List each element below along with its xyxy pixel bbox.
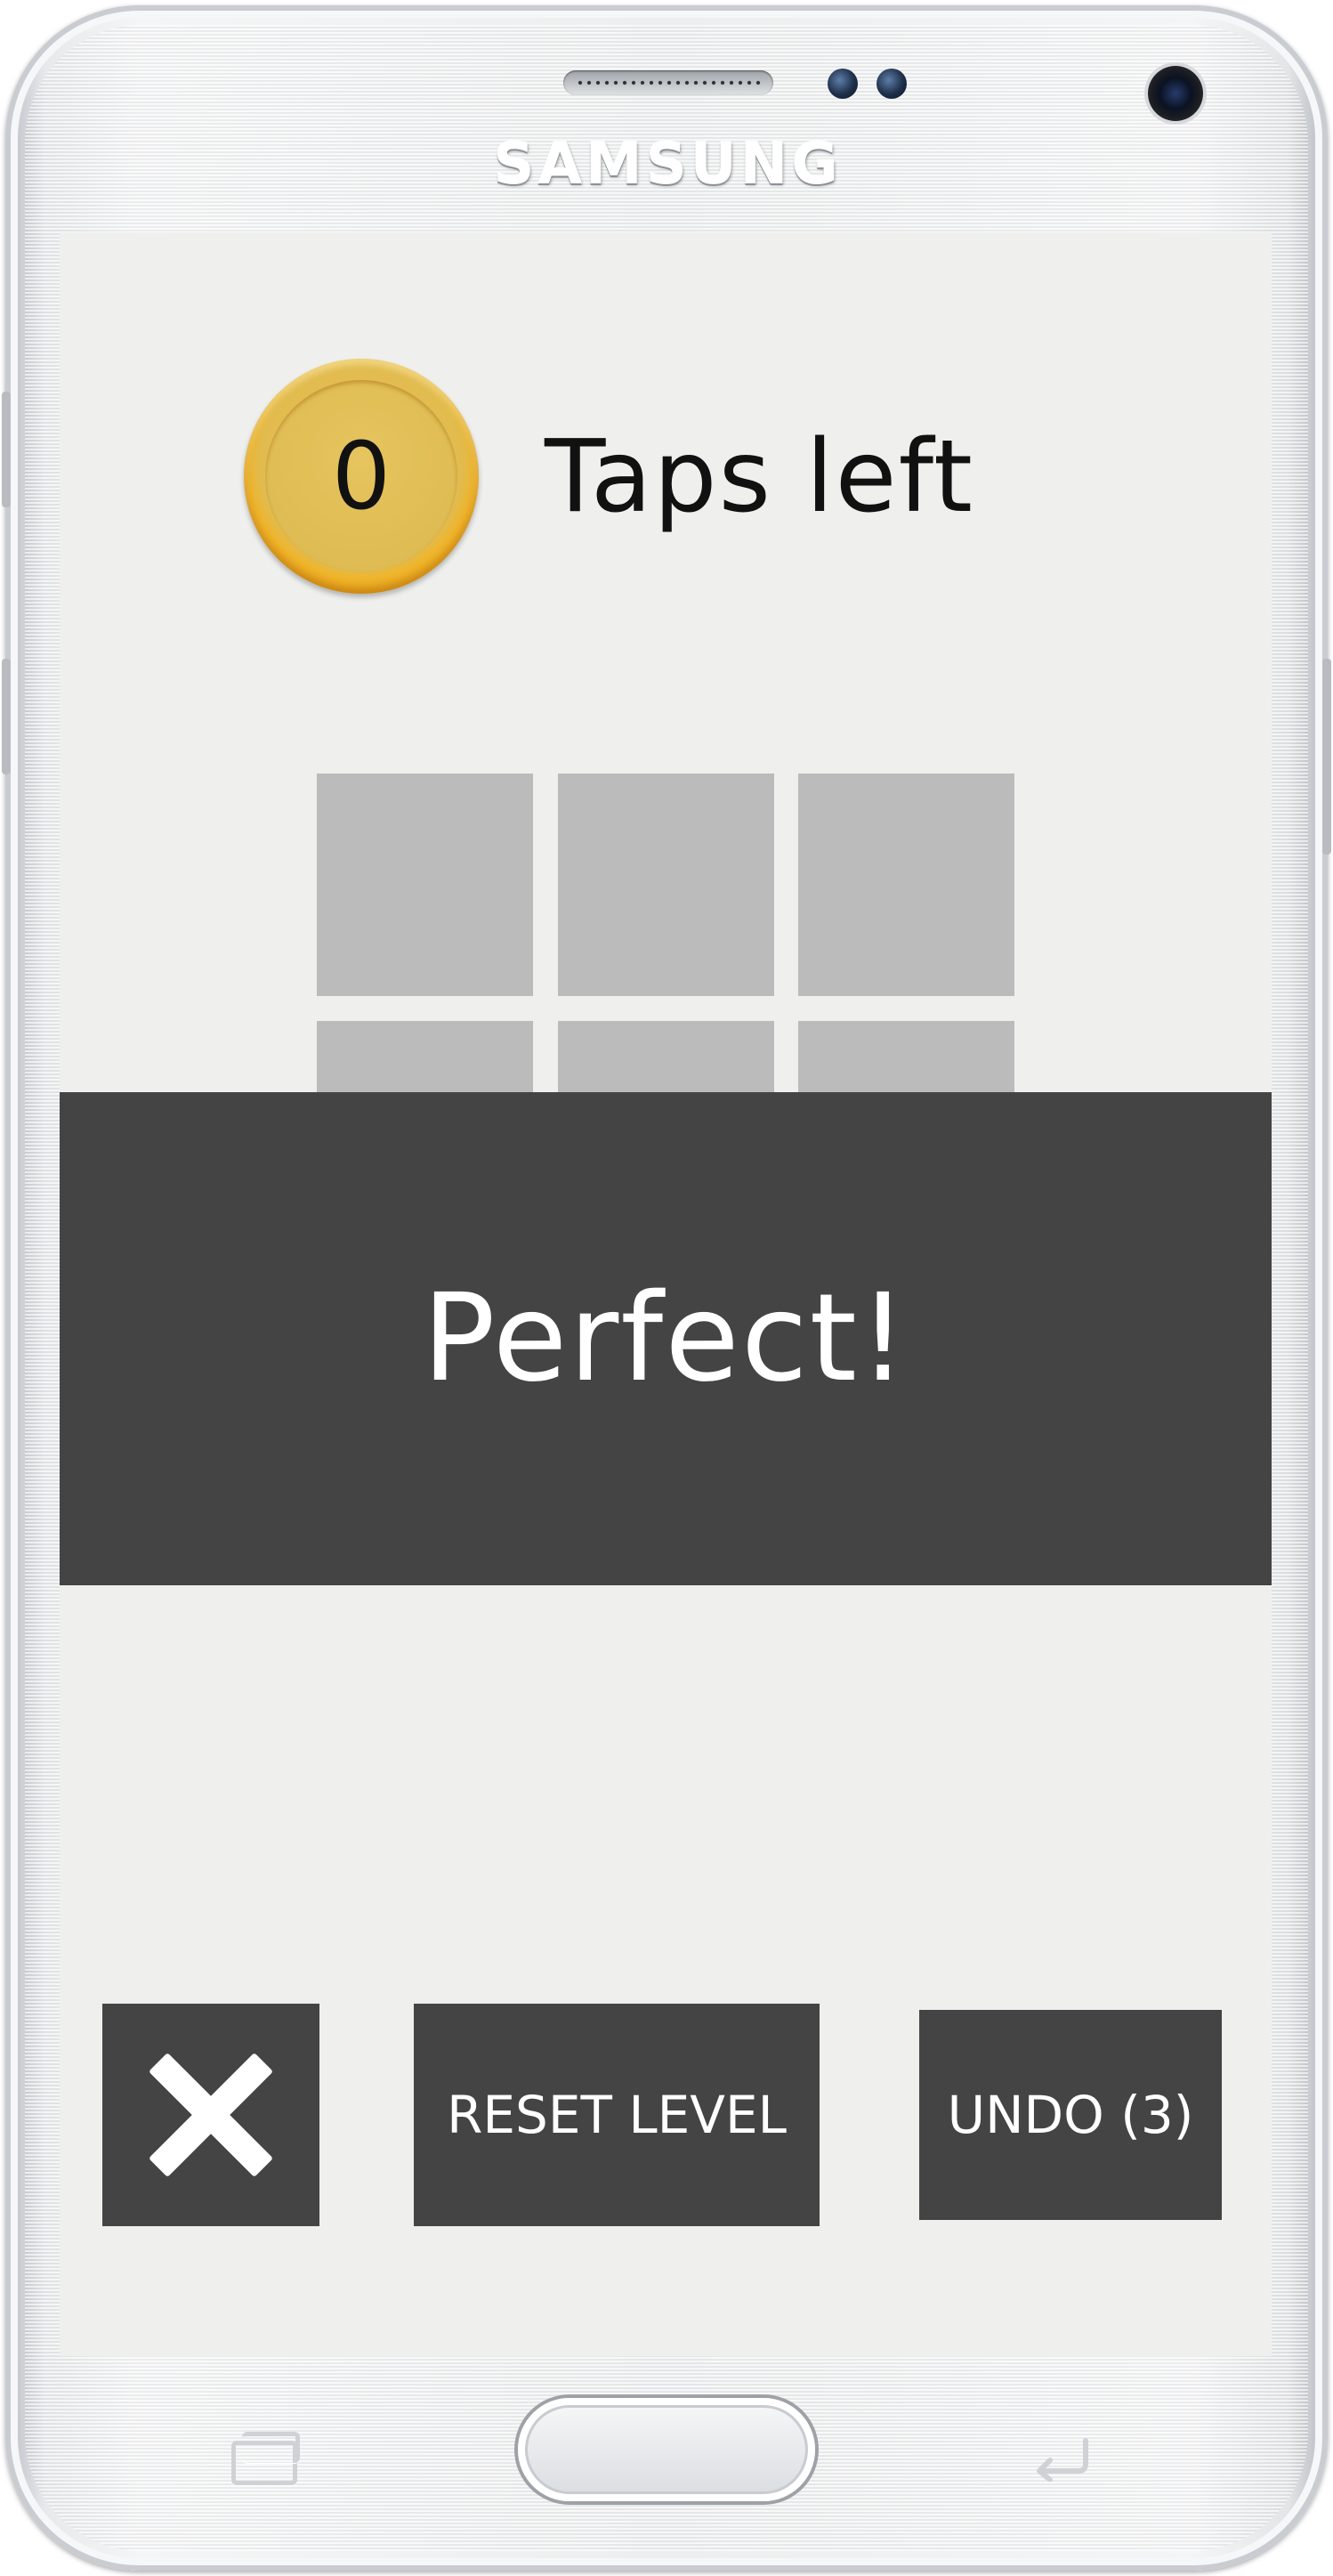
result-banner: Perfect!	[60, 1092, 1272, 1585]
brand-logo: SAMSUNG	[493, 132, 842, 198]
reset-level-button[interactable]: RESET LEVEL	[414, 2004, 820, 2226]
grid-tile[interactable]	[798, 774, 1014, 996]
volume-button	[2, 659, 11, 774]
proximity-sensor	[828, 69, 858, 99]
power-button	[1322, 659, 1331, 855]
taps-left-count: 0	[331, 422, 392, 531]
grid-tile[interactable]	[317, 774, 533, 996]
volume-button	[2, 392, 11, 507]
game-screen: 0 Taps left Perfect! RESET LEVEL UNDO (3…	[60, 232, 1272, 2356]
undo-button[interactable]: UNDO (3)	[919, 2010, 1222, 2220]
back-icon[interactable]	[1023, 2428, 1103, 2483]
result-text: Perfect!	[422, 1268, 909, 1409]
taps-left-label: Taps left	[545, 419, 974, 535]
recent-apps-icon[interactable]	[222, 2428, 303, 2485]
close-button[interactable]	[102, 2004, 319, 2226]
speaker-grille	[576, 79, 761, 86]
front-camera	[1148, 66, 1203, 121]
light-sensor	[877, 69, 907, 99]
grid-tile[interactable]	[558, 774, 774, 996]
earpiece-speaker	[563, 70, 773, 95]
taps-coin: 0	[244, 359, 479, 594]
home-button[interactable]	[518, 2398, 815, 2501]
